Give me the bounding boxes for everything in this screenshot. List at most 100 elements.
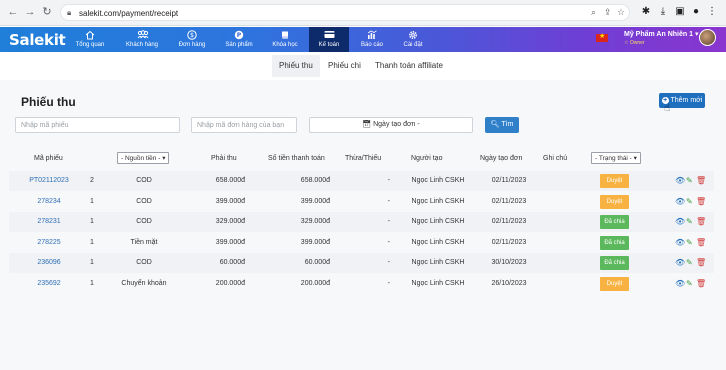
chart-icon: [367, 30, 378, 41]
status-badge[interactable]: Duyệt: [600, 194, 629, 209]
profile-icon[interactable]: ●: [690, 6, 702, 17]
user-name[interactable]: Mỹ Phẩm An Nhiên 1 ▾: [624, 30, 698, 38]
search-button[interactable]: 🔍︎ Tìm: [485, 117, 519, 133]
forward-icon[interactable]: →: [23, 5, 37, 19]
home-icon: [85, 30, 96, 41]
cell-code[interactable]: 278234: [29, 192, 69, 212]
col-code: Mã phiếu: [34, 155, 63, 162]
table-row: 235692 1 Chuyển khoản 200.000đ 200.000đ - Ngọc…: [9, 274, 714, 294]
source-filter-select[interactable]: - Nguồn tiền - ▾: [117, 152, 170, 164]
menu-khoa-hoc[interactable]: Khóa học: [270, 27, 300, 52]
download-icon[interactable]: ⤓: [657, 6, 669, 17]
share-icon[interactable]: ⇪: [604, 7, 612, 18]
chevron-down-icon: ▾: [162, 155, 166, 162]
dollar-icon: $: [187, 30, 198, 41]
star-icon[interactable]: ☆: [617, 7, 625, 18]
search-icon: 🔍︎: [490, 121, 500, 128]
cell-code[interactable]: 278225: [29, 233, 69, 253]
cell-code[interactable]: 278231: [29, 212, 69, 232]
date-filter[interactable]: 📅︎ Ngày tạo đơn -: [309, 117, 473, 133]
product-icon: P: [234, 30, 245, 41]
sidepanel-icon[interactable]: ▣: [674, 6, 686, 17]
status-badge[interactable]: Duyệt: [600, 277, 629, 291]
address-bar[interactable]: 🔒︎ salekit.com/payment/receipt ⌕ ⇪ ☆: [60, 4, 630, 21]
menu-don-hang[interactable]: $ Đơn hàng: [177, 27, 207, 52]
edit-icon[interactable]: ✎: [686, 192, 693, 212]
svg-text:$: $: [190, 32, 194, 39]
table-row: 278225 1 Tiền mặt 399.000đ 399.000đ - Ngọc Lin…: [9, 233, 714, 253]
trash-icon[interactable]: 🗑︎: [696, 274, 706, 294]
order-code-input[interactable]: Nhập mã đơn hàng của bạn: [191, 117, 297, 133]
cell-diff: -: [387, 238, 390, 246]
avatar[interactable]: [699, 29, 716, 46]
more-icon[interactable]: ⋮: [706, 6, 718, 17]
view-icon[interactable]: 👁︎: [675, 253, 685, 273]
menu-cai-dat[interactable]: Cài đặt: [398, 27, 428, 52]
logo[interactable]: Salekit: [9, 31, 66, 49]
trash-icon[interactable]: 🗑︎: [696, 233, 706, 253]
cell-source: COD: [136, 218, 152, 226]
menu-bao-cao[interactable]: Báo cáo: [357, 27, 387, 52]
view-icon[interactable]: 👁︎: [675, 212, 685, 232]
view-icon[interactable]: 👁︎: [675, 171, 685, 191]
status-badge[interactable]: Duyệt: [600, 174, 629, 188]
cell-date: 02/11/2023: [491, 238, 527, 246]
edit-icon[interactable]: ✎: [686, 274, 693, 294]
back-icon[interactable]: ←: [6, 5, 20, 19]
edit-icon[interactable]: ✎: [686, 253, 693, 273]
chevron-down-icon: ▾: [694, 31, 699, 38]
tab-phieu-thu[interactable]: Phiếu thu: [272, 55, 320, 77]
reload-icon[interactable]: ↻: [40, 5, 54, 19]
status-badge[interactable]: Đã chia: [600, 235, 629, 250]
status-badge[interactable]: Đã chia: [600, 256, 629, 271]
tab-thanh-toan-affiliate[interactable]: Thanh toán affiliate: [368, 55, 450, 77]
menu-san-pham[interactable]: P Sản phẩm: [224, 27, 254, 52]
cell-diff: -: [387, 259, 390, 267]
cell-payable: 658.000đ: [215, 177, 245, 184]
edit-icon[interactable]: ✎: [686, 171, 693, 191]
cell-payable: 329.000đ: [215, 218, 245, 226]
view-icon[interactable]: 👁︎: [675, 192, 685, 212]
col-note: Ghi chú: [543, 155, 568, 162]
cell-diff: -: [387, 280, 390, 287]
trash-icon[interactable]: 🗑︎: [696, 212, 706, 232]
vietnam-flag-icon[interactable]: ★: [596, 33, 608, 42]
status-filter-select[interactable]: - Trạng thái - ▾: [591, 152, 641, 164]
cell-code[interactable]: 235692: [29, 274, 69, 294]
search-icon[interactable]: ⌕: [591, 7, 596, 18]
status-badge[interactable]: Đã chia: [600, 215, 629, 230]
calendar-icon: 📅︎: [362, 121, 372, 128]
cell-date: 02/11/2023: [491, 177, 527, 184]
chevron-down-icon: ▾: [633, 155, 637, 162]
receipt-code-input[interactable]: Nhập mã phiếu: [15, 117, 180, 133]
col-diff: Thừa/Thiếu: [345, 155, 382, 162]
menu-tong-quan[interactable]: Tổng quan: [73, 27, 107, 52]
star-badge-icon: ☆: [624, 40, 629, 46]
trash-icon[interactable]: 🗑︎: [696, 253, 706, 273]
cell-paid: 399.000đ: [300, 197, 330, 205]
cell-creator: Ngọc Linh CSKH: [411, 259, 465, 267]
gear-icon: [408, 30, 419, 41]
users-icon: [137, 30, 148, 41]
cell-paid: 60.000đ: [304, 259, 330, 267]
menu-ke-toan[interactable]: Kế toán: [309, 27, 349, 52]
cell-date: 26/10/2023: [491, 280, 527, 287]
trash-icon[interactable]: 🗑︎: [696, 192, 706, 212]
cell-code[interactable]: PT02112023: [29, 171, 69, 191]
cell-paid: 399.000đ: [300, 238, 330, 246]
cell-code[interactable]: 236096: [29, 253, 69, 273]
browser-toolbar: ← → ↻ 🔒︎ salekit.com/payment/receipt ⌕ ⇪…: [0, 0, 726, 26]
view-icon[interactable]: 👁︎: [675, 233, 685, 253]
tab-phieu-chi[interactable]: Phiếu chi: [321, 55, 368, 77]
lock-icon: 🔒︎: [67, 8, 72, 17]
menu-khach-hang[interactable]: Khách hàng: [124, 27, 160, 52]
extensions-icon[interactable]: ✱: [640, 6, 652, 17]
cell-creator: Ngọc Linh CSKH: [411, 177, 465, 184]
col-creator: Người tạo: [411, 155, 443, 162]
edit-icon[interactable]: ✎: [686, 212, 693, 232]
view-icon[interactable]: 👁︎: [675, 274, 685, 294]
trash-icon[interactable]: 🗑︎: [696, 171, 706, 191]
edit-icon[interactable]: ✎: [686, 233, 693, 253]
cell-payable: 399.000đ: [215, 197, 245, 205]
cell-qty: 1: [90, 238, 94, 246]
